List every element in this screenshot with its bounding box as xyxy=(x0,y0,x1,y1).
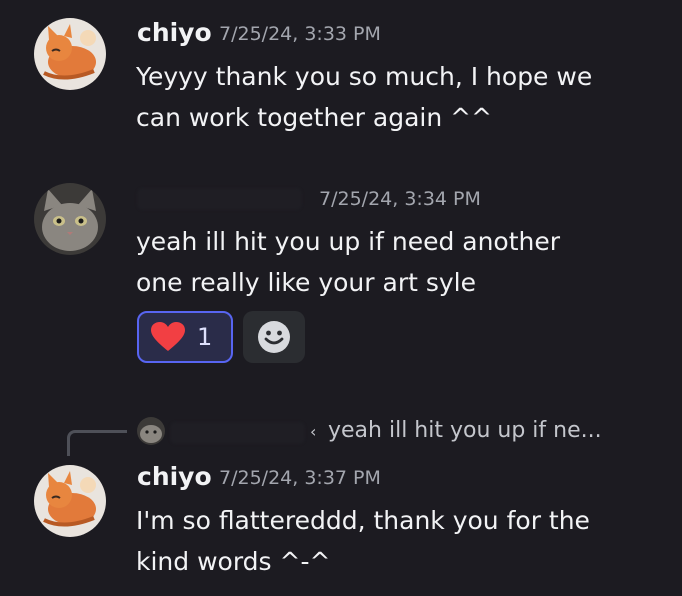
timestamp: 7/25/24, 3:37 PM xyxy=(219,467,381,489)
message-line: yeah ill hit you up if need another xyxy=(136,227,561,256)
avatar-chiyo[interactable] xyxy=(34,18,106,90)
reaction-count: 1 xyxy=(197,323,213,351)
message-line: can work together again ^^ xyxy=(136,103,493,132)
gray-cat-avatar-icon xyxy=(137,417,165,445)
heart-reaction-button[interactable]: 1 xyxy=(137,311,233,363)
avatar-chiyo[interactable] xyxy=(34,465,106,537)
reply-connector xyxy=(67,430,127,456)
gray-cat-avatar-icon xyxy=(34,183,106,255)
reply-preview[interactable]: yeah ill hit you up if ne... xyxy=(328,418,602,443)
message-line: I'm so flattereddd, thank you for the xyxy=(136,506,590,535)
timestamp: 7/25/24, 3:34 PM xyxy=(319,188,481,210)
reply-arrow-icon: ‹ xyxy=(310,422,317,441)
author-name[interactable]: chiyo xyxy=(137,18,212,47)
timestamp: 7/25/24, 3:33 PM xyxy=(219,23,381,45)
cat-drawing-avatar-icon xyxy=(34,465,106,537)
reply-avatar[interactable] xyxy=(137,417,165,445)
add-reaction-button[interactable] xyxy=(243,311,305,363)
message-line: one really like your art syle xyxy=(136,268,476,297)
message-text: I'm so flattereddd, thank you for the ki… xyxy=(136,500,656,582)
redacted-reply-author xyxy=(170,422,305,444)
message-line: kind words ^-^ xyxy=(136,547,331,576)
message-text: Yeyyy thank you so much, I hope we can w… xyxy=(136,56,656,138)
heart-icon xyxy=(151,322,185,351)
cat-drawing-avatar-icon xyxy=(34,18,106,90)
smiley-icon xyxy=(258,321,290,353)
author-name[interactable]: chiyo xyxy=(137,462,212,491)
message-line: Yeyyy thank you so much, I hope we xyxy=(136,62,593,91)
message-text: yeah ill hit you up if need another one … xyxy=(136,221,656,303)
avatar-user[interactable] xyxy=(34,183,106,255)
redacted-author-name xyxy=(137,188,302,210)
